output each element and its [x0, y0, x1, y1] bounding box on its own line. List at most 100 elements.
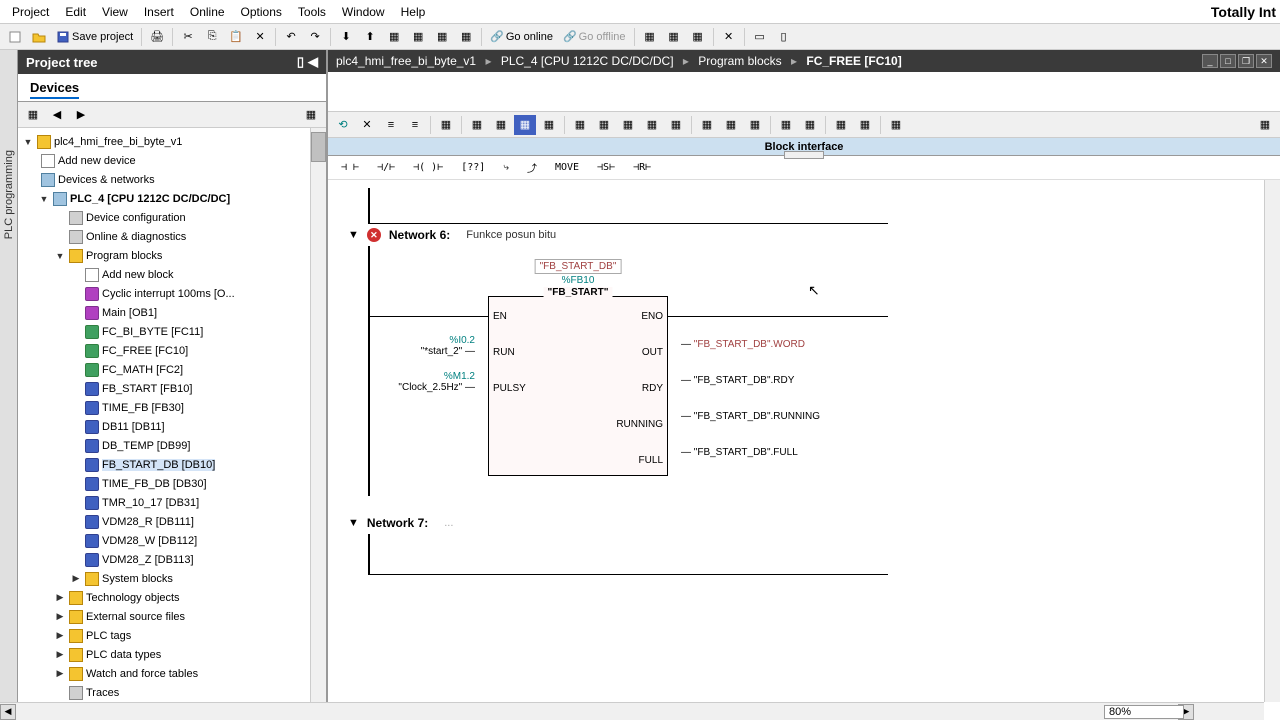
toggle-icon[interactable]: ▶	[54, 649, 66, 661]
tree-traces[interactable]: Traces	[18, 683, 326, 702]
split-h-icon[interactable]: ▭	[749, 27, 771, 47]
tree-block-0[interactable]: Cyclic interrupt 100ms [O...	[18, 284, 326, 303]
menu-project[interactable]: Project	[4, 1, 57, 23]
tree-scrollbar[interactable]	[310, 128, 326, 720]
bc-plc[interactable]: PLC_4 [CPU 1212C DC/DC/DC]	[501, 54, 674, 68]
maximize-button[interactable]: □	[1220, 54, 1236, 68]
paste-icon[interactable]: 📋	[225, 27, 247, 47]
tree-nav-back[interactable]: ◀	[46, 105, 68, 125]
tree-block-7[interactable]: DB11 [DB11]	[18, 417, 326, 436]
ladder-branch-close[interactable]: ⤴	[522, 157, 542, 178]
pin-val[interactable]: "FB_START_DB".RDY	[694, 375, 795, 386]
tree-ext-sources[interactable]: ▶ External source files	[18, 607, 326, 626]
ed-tool-right[interactable]: ▦	[1254, 115, 1276, 135]
ed-tool-11[interactable]: ▦	[593, 115, 615, 135]
tree-plc-node[interactable]: ▼ PLC_4 [CPU 1212C DC/DC/DC]	[18, 189, 326, 208]
devices-tab[interactable]: Devices	[18, 74, 326, 102]
editor-hscroll[interactable]: ◀ ▶	[0, 702, 1264, 720]
ed-tool-13[interactable]: ▦	[641, 115, 663, 135]
minimize-button[interactable]: _	[1202, 54, 1218, 68]
pin-val[interactable]: "FB_START_DB".FULL	[694, 447, 798, 458]
pin-tag[interactable]: "*start_2"	[421, 346, 463, 357]
pin-val[interactable]: "FB_START_DB".RUNNING	[694, 411, 820, 422]
network-toggle[interactable]: ▼	[348, 229, 359, 241]
undo-icon[interactable]: ↶	[280, 27, 302, 47]
toggle-icon[interactable]: ▼	[38, 193, 50, 205]
tree-add-block[interactable]: Add new block	[18, 265, 326, 284]
go-offline-button[interactable]: 🔗 Go offline	[559, 30, 630, 43]
menu-view[interactable]: View	[94, 1, 136, 23]
tree-block-6[interactable]: TIME_FB [FB30]	[18, 398, 326, 417]
editor-vscroll[interactable]	[1264, 180, 1280, 702]
ed-tool-10[interactable]: ▦	[569, 115, 591, 135]
tree-system-blocks[interactable]: ▶ System blocks	[18, 569, 326, 588]
ladder-coil[interactable]: ⊣( )⊢	[408, 159, 448, 176]
menu-window[interactable]: Window	[334, 1, 393, 23]
menu-options[interactable]: Options	[233, 1, 290, 23]
delete-icon[interactable]: ✕	[249, 27, 271, 47]
tree-devices-networks[interactable]: Devices & networks	[18, 170, 326, 189]
start-icon[interactable]: ▦	[431, 27, 453, 47]
network-title[interactable]: Network 7:	[367, 516, 428, 530]
tree-block-3[interactable]: FC_FREE [FC10]	[18, 341, 326, 360]
tree-block-13[interactable]: VDM28_W [DB112]	[18, 531, 326, 550]
ladder-area-6[interactable]: "FB_START_DB" %FB10 "FB_START" EN ENO %I…	[368, 246, 1260, 496]
toggle-icon[interactable]: ▼	[22, 136, 34, 148]
cut-icon[interactable]: ✂	[177, 27, 199, 47]
sim-icon[interactable]: ▦	[407, 27, 429, 47]
tree-tool-right[interactable]: ▦	[300, 105, 322, 125]
tree-plc-types[interactable]: ▶ PLC data types	[18, 645, 326, 664]
tree-device-config[interactable]: Device configuration	[18, 208, 326, 227]
ladder-box[interactable]: [??]	[456, 159, 490, 176]
ed-tool-8[interactable]: ▦	[514, 115, 536, 135]
scroll-left-icon[interactable]: ◀	[0, 704, 16, 720]
ladder-nc-contact[interactable]: ⊣/⊢	[372, 159, 400, 176]
ed-tool-18[interactable]: ▦	[775, 115, 797, 135]
tree-tech-objects[interactable]: ▶ Technology objects	[18, 588, 326, 607]
ed-tool-19[interactable]: ▦	[799, 115, 821, 135]
tree-collapse-icon[interactable]: ▯	[297, 54, 304, 70]
ed-tool-16[interactable]: ▦	[720, 115, 742, 135]
network-comment[interactable]: Funkce posun bitu	[466, 229, 556, 241]
ed-tool-22[interactable]: ▦	[885, 115, 907, 135]
fb-instance-label[interactable]: "FB_START_DB"	[535, 259, 622, 274]
upload-icon[interactable]: ⬆	[359, 27, 381, 47]
ed-tool-3[interactable]: ≡	[380, 115, 402, 135]
splitter-handle[interactable]	[784, 151, 824, 159]
bc-block[interactable]: FC_FREE [FC10]	[806, 54, 901, 68]
tree-watch-tables[interactable]: ▶ Watch and force tables	[18, 664, 326, 683]
tree-root[interactable]: ▼ plc4_hmi_free_bi_byte_v1	[18, 132, 326, 151]
ed-tool-12[interactable]: ▦	[617, 115, 639, 135]
tree-block-4[interactable]: FC_MATH [FC2]	[18, 360, 326, 379]
menu-online[interactable]: Online	[182, 1, 233, 23]
tree-block-10[interactable]: TIME_FB_DB [DB30]	[18, 474, 326, 493]
tree-nav-fwd[interactable]: ▶	[70, 105, 92, 125]
toggle-icon[interactable]: ▶	[54, 592, 66, 604]
ladder-move[interactable]: MOVE	[550, 159, 584, 176]
bc-folder[interactable]: Program blocks	[698, 54, 781, 68]
tool-icon-3[interactable]: ▦	[687, 27, 709, 47]
ed-tool-20[interactable]: ▦	[830, 115, 852, 135]
ed-tool-6[interactable]: ▦	[466, 115, 488, 135]
split-v-icon[interactable]: ▯	[773, 27, 795, 47]
menu-help[interactable]: Help	[393, 1, 434, 23]
print-icon[interactable]: 🖨	[146, 27, 168, 47]
bc-project[interactable]: plc4_hmi_free_bi_byte_v1	[336, 54, 476, 68]
tree-block-12[interactable]: VDM28_R [DB111]	[18, 512, 326, 531]
tree-block-9[interactable]: FB_START_DB [DB10]	[18, 455, 326, 474]
tree-plc-tags[interactable]: ▶ PLC tags	[18, 626, 326, 645]
tree-online-diag[interactable]: Online & diagnostics	[18, 227, 326, 246]
block-interface-bar[interactable]: Block interface	[328, 138, 1280, 156]
ed-tool-5[interactable]: ▦	[435, 115, 457, 135]
close-button[interactable]: ✕	[1256, 54, 1272, 68]
tree-block-14[interactable]: VDM28_Z [DB113]	[18, 550, 326, 569]
tree-block-2[interactable]: FC_BI_BYTE [FC11]	[18, 322, 326, 341]
ed-tool-4[interactable]: ≡	[404, 115, 426, 135]
ed-tool-17[interactable]: ▦	[744, 115, 766, 135]
new-project-icon[interactable]	[4, 27, 26, 47]
tree-block-11[interactable]: TMR_10_17 [DB31]	[18, 493, 326, 512]
menu-insert[interactable]: Insert	[136, 1, 182, 23]
network-toggle[interactable]: ▼	[348, 517, 359, 529]
zoom-select[interactable]	[1104, 705, 1184, 719]
network-title[interactable]: Network 6:	[389, 228, 450, 242]
